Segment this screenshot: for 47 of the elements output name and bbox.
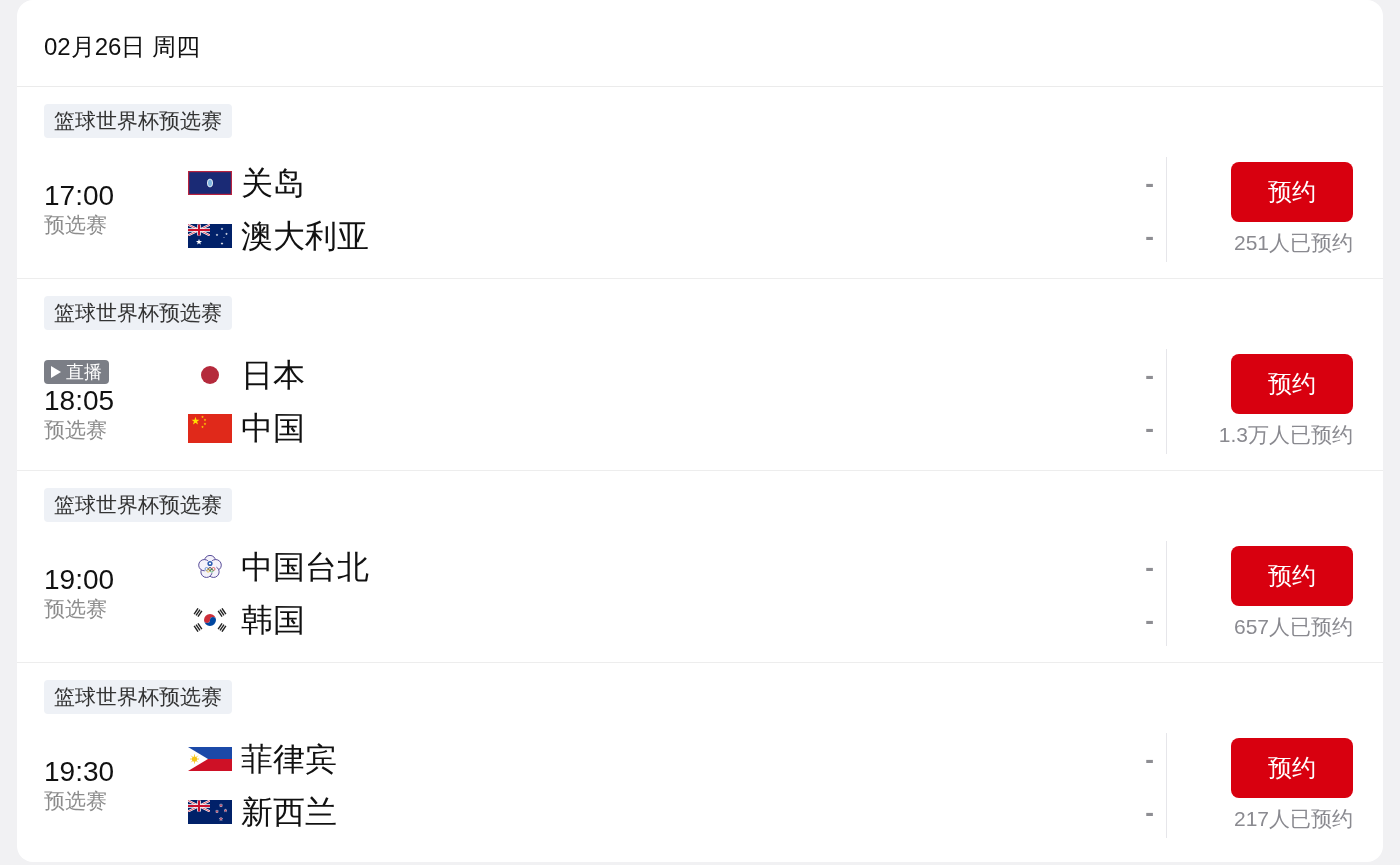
- flag-icon: [193, 608, 227, 632]
- reserve-button[interactable]: 预约: [1231, 738, 1353, 798]
- reservation-count: 217人已预约: [1233, 806, 1353, 832]
- team-name: 关岛: [241, 164, 305, 203]
- team-name: 菲律宾: [241, 740, 337, 779]
- match-time: 18:05: [44, 385, 115, 416]
- team-name: 中国: [241, 409, 305, 448]
- stage-label: 预选赛: [44, 595, 107, 622]
- team-name: 中国台北: [241, 548, 369, 587]
- team-name: 澳大利亚: [241, 217, 369, 256]
- score-text: -: [1145, 168, 1154, 198]
- date-header: 02月26日 周四: [44, 32, 201, 62]
- score-text: -: [1145, 360, 1154, 390]
- competition-tag: 篮球世界杯预选赛: [44, 488, 232, 522]
- score-text: -: [1145, 413, 1154, 443]
- competition-tag: 篮球世界杯预选赛: [44, 296, 232, 330]
- score-text: -: [1145, 221, 1154, 251]
- flag-icon: [201, 366, 219, 384]
- competition-tag: 篮球世界杯预选赛: [44, 680, 232, 714]
- score-text: -: [1145, 797, 1154, 827]
- competition-tag: 篮球世界杯预选赛: [44, 104, 232, 138]
- flag-icon: [188, 747, 232, 771]
- reserve-button[interactable]: 预约: [1231, 546, 1353, 606]
- flag-icon: [188, 171, 232, 195]
- stage-label: 预选赛: [44, 416, 107, 443]
- reservation-count: 251人已预约: [1233, 230, 1353, 256]
- score-text: -: [1145, 552, 1154, 582]
- match-time: 19:00: [44, 564, 115, 595]
- stage-label: 预选赛: [44, 787, 107, 814]
- match-time: 17:00: [44, 180, 115, 211]
- score-text: -: [1145, 744, 1154, 774]
- team-name: 新西兰: [241, 793, 337, 832]
- team-name: 韩国: [241, 601, 305, 640]
- emblem-icon: [197, 554, 223, 580]
- stage-label: 预选赛: [44, 211, 107, 238]
- reservation-count: 657人已预约: [1233, 614, 1353, 640]
- match-time: 19:30: [44, 756, 115, 787]
- play-icon: [51, 365, 61, 378]
- flag-icon: [188, 800, 232, 824]
- flag-icon: [188, 224, 232, 248]
- reserve-button[interactable]: 预约: [1231, 162, 1353, 222]
- score-text: -: [1145, 605, 1154, 635]
- reserve-button[interactable]: 预约: [1231, 354, 1353, 414]
- live-label: 直播: [66, 360, 102, 384]
- team-name: 日本: [241, 356, 305, 395]
- reservation-count: 1.3万人已预约: [1218, 422, 1353, 448]
- flag-icon: [188, 413, 232, 443]
